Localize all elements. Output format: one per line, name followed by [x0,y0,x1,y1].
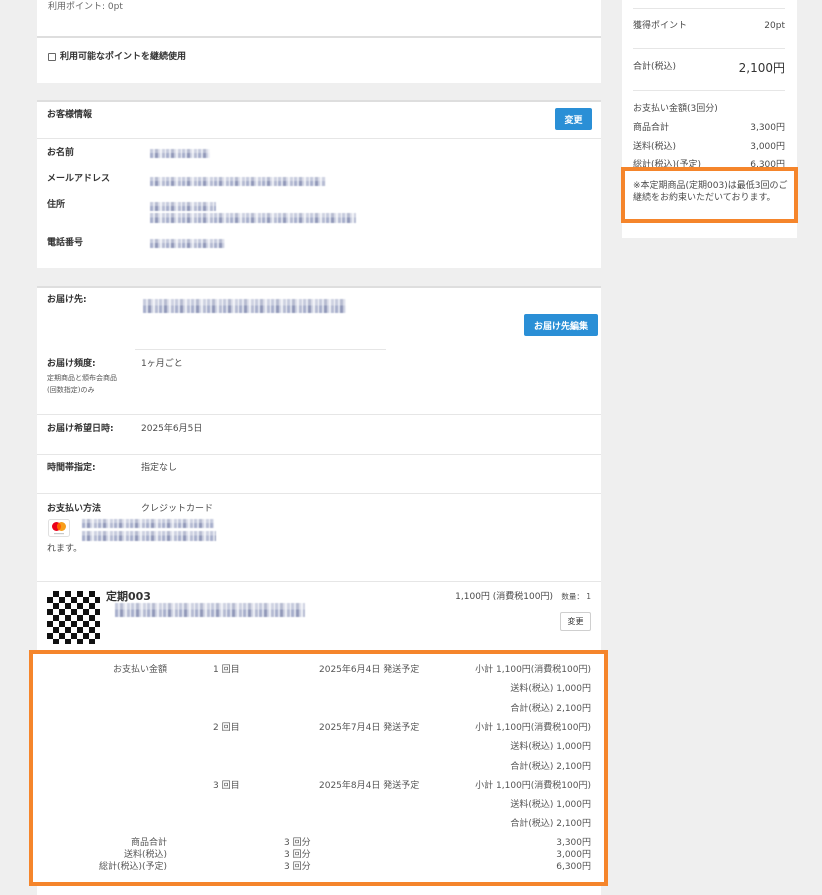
edit-delivery-address-button[interactable]: お届け先編集 [524,314,598,336]
product-description-redacted [115,603,305,617]
summary-line-value: 3,000円 [750,142,785,152]
continue-points-panel: 利用可能なポイントを継続使用 [37,36,601,83]
delivery-time-value: 指定なし [141,463,178,473]
installment-shipping: 送料(税込) 1,000円 [510,742,591,752]
payment-note-tail: れます。 [47,544,83,554]
summary-line-value: 3,300円 [750,123,785,133]
divider [633,48,785,49]
installment-total: 合計(税込) 2,100円 [510,704,591,714]
installment-shipping: 送料(税込) 1,000円 [510,800,591,810]
address-label: 住所 [47,200,66,210]
installment-count: 3 回目 [213,781,240,791]
installment-ship-date: 2025年8月4日 発送予定 [319,781,420,791]
subscription-note-line: 継続をお約束いただいております。 [633,193,776,203]
payment-method-value: クレジットカード [141,504,214,514]
mastercard-icon [48,519,70,537]
schedule-total-amount: 6,300円 [556,862,591,872]
schedule-total-label: 送料(税込) [123,850,167,860]
divider [37,286,601,288]
divider [135,349,386,350]
product-change-button[interactable]: 変更 [560,612,591,631]
installment-subtotal: 小計 1,100円(消費税100円) [475,665,591,675]
summary-line-value: 6,300円 [750,160,785,170]
payment-schedule: お支払い金額 1 回目 2025年6月4日 発送予定 小計 1,100円(消費税… [29,650,608,886]
name-value-redacted [150,149,210,158]
card-info-line1-redacted [82,519,214,528]
continue-points-checkbox[interactable] [48,53,56,61]
phone-label: 電話番号 [47,238,84,248]
summary-line-label: 送料(税込) [633,142,677,152]
phone-value-redacted [150,239,225,248]
summary-payment-title: お支払い金額(3回分) [633,104,718,114]
installment-ship-date: 2025年6月4日 発送予定 [319,665,420,675]
frequency-note-line: 定期商品と頒布会商品 [47,374,117,382]
product-name: 定期003 [106,590,151,603]
quantity-value: 1 [586,592,591,601]
schedule-total-times: 3 回分 [284,850,311,860]
email-value-redacted [150,177,326,186]
installment-shipping: 送料(税込) 1,000円 [510,684,591,694]
customer-change-button[interactable]: 変更 [555,108,592,130]
schedule-total-amount: 3,000円 [556,850,591,860]
delivery-time-label: 時間帯指定: [47,463,96,473]
installment-count: 1 回目 [213,665,240,675]
order-confirmation-page: 利用ポイント: 0pt 利用可能なポイントを継続使用 お客様情報 変更 お名前 … [0,0,822,895]
frequency-note-line: (回数指定)のみ [47,386,95,394]
installment-ship-date: 2025年7月4日 発送予定 [319,723,420,733]
payment-method-label: お支払い方法 [47,504,102,514]
summary-total-label: 合計(税込) [633,62,677,72]
delivery-frequency-value: 1ヶ月ごと [141,359,183,369]
divider [37,454,601,455]
divider [37,100,601,102]
card-info-line2-redacted [82,531,216,541]
subscription-note-line: ※本定期商品(定期003)は最低3回のご [633,181,788,191]
schedule-total-times: 3 回分 [284,862,311,872]
installment-total: 合計(税込) 2,100円 [510,762,591,772]
schedule-total-label: 総計(税込)(予定) [98,862,167,872]
product-quantity: 数量： 1 [561,592,591,602]
email-label: メールアドレス [47,174,111,184]
installment-subtotal: 小計 1,100円(消費税100円) [475,781,591,791]
customer-info-panel: お客様情報 変更 お名前 メールアドレス 住所 電話番号 [37,100,601,268]
qr-code-thumbnail [47,591,100,644]
earned-points-value: 20pt [764,21,785,31]
address-line1-redacted [150,202,216,211]
divider [633,8,785,9]
delivery-date-label: お届け希望日時: [47,424,114,434]
product-price: 1,100円 (消費税100円) [455,592,553,602]
schedule-total-amount: 3,300円 [556,838,591,848]
divider [37,581,601,582]
summary-line-label: 総計(税込)(予定) [633,160,702,170]
divider [37,36,601,38]
delivery-frequency-label: お届け頻度: [47,359,96,369]
installment-subtotal: 小計 1,100円(消費税100円) [475,723,591,733]
schedule-total-times: 3 回分 [284,838,311,848]
divider [37,414,601,415]
delivery-address-redacted [143,299,346,313]
customer-info-title: お客様情報 [47,110,93,120]
schedule-total-label: 商品合計 [130,838,167,848]
continue-points-label[interactable]: 利用可能なポイントを継続使用 [60,52,186,62]
delivery-address-label: お届け先: [47,295,87,305]
address-line2-redacted [150,213,356,223]
order-summary-sidebar: 獲得ポイント 20pt 合計(税込) 2,100円 お支払い金額(3回分) 商品… [622,0,797,238]
divider [37,138,601,139]
installment-total: 合計(税込) 2,100円 [510,819,591,829]
schedule-label: お支払い金額 [112,665,167,675]
name-label: お名前 [47,148,75,158]
used-points-panel: 利用ポイント: 0pt [37,0,601,36]
used-points-text: 利用ポイント: 0pt [48,2,123,12]
quantity-label: 数量： [561,592,584,601]
summary-line-label: 商品合計 [633,123,670,133]
installment-count: 2 回目 [213,723,240,733]
delivery-date-value: 2025年6月5日 [141,424,203,434]
divider [37,493,601,494]
divider [633,90,785,91]
earned-points-label: 獲得ポイント [633,21,688,31]
summary-total-value: 2,100円 [738,61,785,75]
